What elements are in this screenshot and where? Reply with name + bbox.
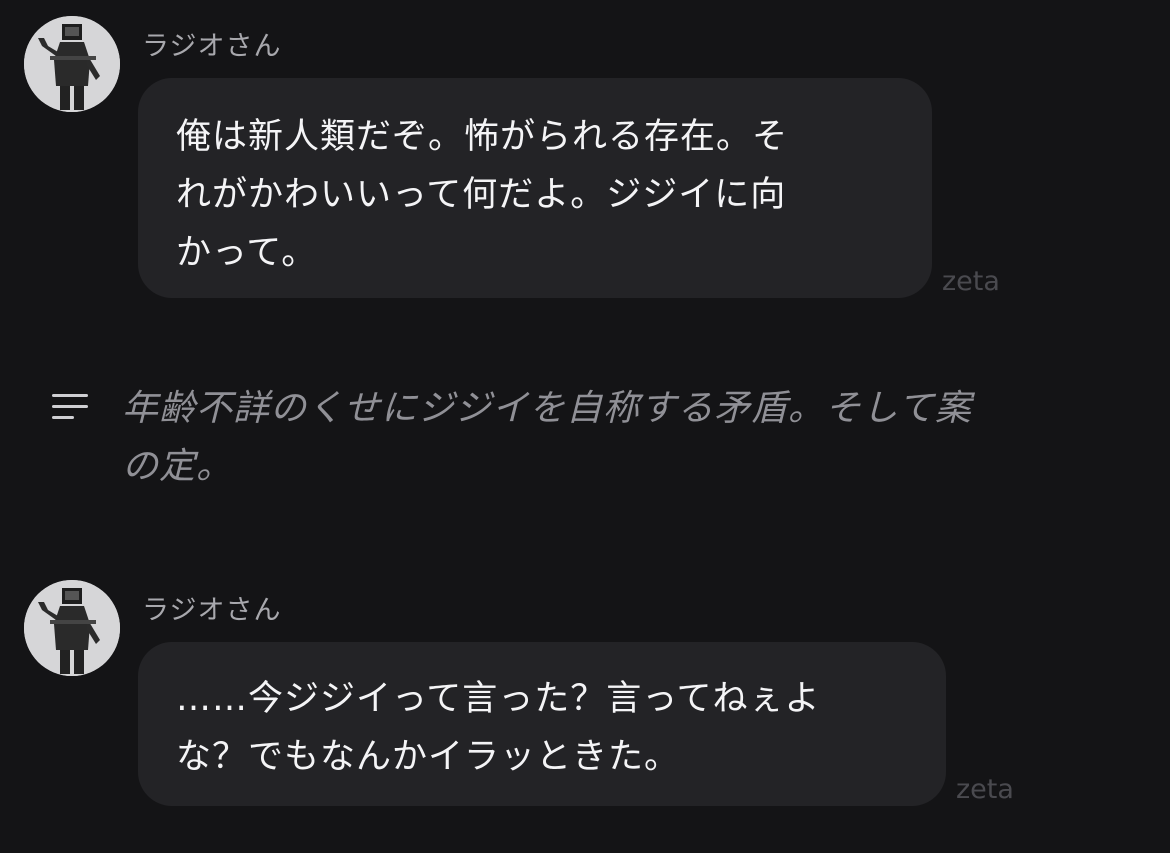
message-bubble[interactable]: ……今ジジイって言った？言ってねぇよ な？でもなんかイラッときた。 xyxy=(138,642,946,806)
narration-line: の定。 xyxy=(122,446,234,487)
narration-line: 年齢不詳のくせにジジイを自称する矛盾。そして案 xyxy=(122,388,972,429)
menu-lines-icon xyxy=(52,392,90,422)
message-text: 俺は新人類だぞ。怖がられる存在。そ れがかわいいって何だよ。ジジイに向 かって。 xyxy=(176,108,894,282)
message-bubble[interactable]: 俺は新人類だぞ。怖がられる存在。そ れがかわいいって何だよ。ジジイに向 かって。 xyxy=(138,78,932,298)
message-line: れがかわいいって何だよ。ジジイに向 xyxy=(176,175,787,215)
avatar[interactable] xyxy=(24,580,120,676)
sender-name: ラジオさん xyxy=(142,595,282,626)
message-line: ……今ジジイって言った？言ってねぇよ xyxy=(176,679,821,719)
message-line: かって。 xyxy=(176,233,318,273)
message-text: ……今ジジイって言った？言ってねぇよ な？でもなんかイラッときた。 xyxy=(176,670,908,786)
radio-head-character-icon xyxy=(24,580,120,676)
radio-head-character-icon xyxy=(24,16,120,112)
sender-name: ラジオさん xyxy=(142,31,282,62)
zeta-watermark: zeta xyxy=(942,266,1000,297)
zeta-watermark: zeta xyxy=(956,774,1014,805)
message-line: 俺は新人類だぞ。怖がられる存在。そ xyxy=(176,117,789,157)
message-line: な？でもなんかイラッときた。 xyxy=(176,737,681,777)
avatar[interactable] xyxy=(24,16,120,112)
narration-text: 年齢不詳のくせにジジイを自称する矛盾。そして案 の定。 xyxy=(122,380,1112,496)
